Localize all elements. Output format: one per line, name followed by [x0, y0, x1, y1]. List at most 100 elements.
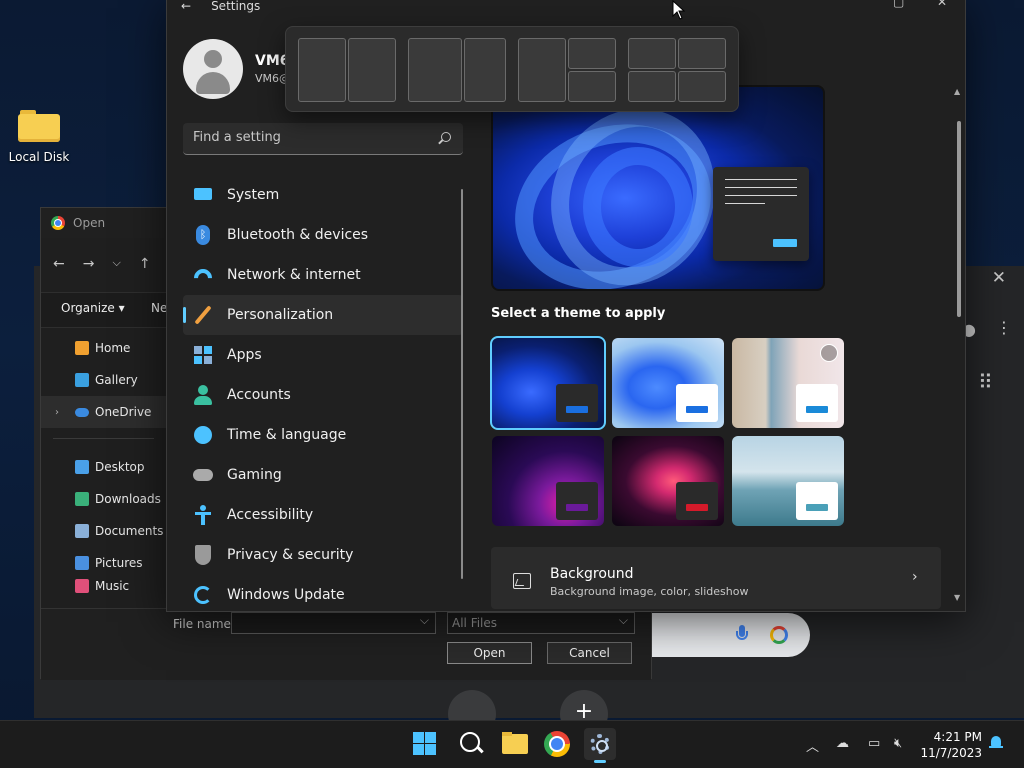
- back-arrow-icon[interactable]: ←: [53, 256, 65, 272]
- theme-windows-light[interactable]: [612, 338, 724, 428]
- lens-icon[interactable]: [770, 626, 788, 644]
- organize-button[interactable]: Organize ▾: [61, 301, 125, 315]
- notification-bell-icon[interactable]: [989, 736, 1003, 750]
- file-name-input[interactable]: [231, 612, 436, 634]
- tree-item-gallery[interactable]: Gallery: [41, 364, 166, 396]
- nav-scrollbar[interactable]: [461, 189, 463, 579]
- tree-item-desktop[interactable]: Desktop: [41, 451, 166, 483]
- tree-item-music[interactable]: Music: [41, 579, 166, 593]
- search-icon[interactable]: [456, 728, 488, 760]
- window-title: Settings: [211, 0, 261, 13]
- desktop-icon: [75, 460, 89, 474]
- nav-item-accessibility[interactable]: Accessibility: [183, 495, 463, 535]
- snap-zone-4-bottom-right[interactable]: [678, 71, 726, 102]
- folder-icon: [18, 108, 60, 142]
- nav-item-windows-update[interactable]: Windows Update: [183, 575, 463, 611]
- tree-item-documents[interactable]: Documents: [41, 515, 166, 547]
- pictures-icon: [75, 556, 89, 570]
- desktop-icon-local-disk[interactable]: Local Disk: [6, 108, 72, 164]
- settings-gear-icon[interactable]: [584, 728, 616, 760]
- network-icon[interactable]: ▭: [868, 736, 880, 751]
- snap-zone-1-right[interactable]: [348, 38, 396, 102]
- spotlight-icon: [820, 344, 838, 362]
- home-icon: [75, 341, 89, 355]
- chrome-icon[interactable]: [544, 731, 570, 757]
- scroll-thumb[interactable]: [957, 121, 961, 317]
- shield-icon: [193, 545, 213, 565]
- chevron-right-icon[interactable]: ›: [55, 407, 59, 418]
- apps-icon: [193, 345, 213, 365]
- search-placeholder: Find a setting: [193, 130, 281, 145]
- scroll-up-icon[interactable]: ▲: [954, 87, 960, 96]
- close-icon[interactable]: ✕: [937, 0, 947, 9]
- themes-heading: Select a theme to apply: [491, 306, 666, 321]
- back-arrow-icon[interactable]: ←: [181, 0, 191, 13]
- nav-item-network[interactable]: Network & internet: [183, 255, 463, 295]
- tree-item-home[interactable]: Home: [41, 332, 166, 364]
- snap-zone-3-left[interactable]: [518, 38, 566, 102]
- cancel-button[interactable]: Cancel: [547, 642, 632, 664]
- document-icon: [75, 524, 89, 538]
- snap-zone-4-bottom-left[interactable]: [628, 71, 676, 102]
- wifi-icon: [190, 265, 216, 291]
- nav-item-time-language[interactable]: Time & language: [183, 415, 463, 455]
- open-button[interactable]: Open: [447, 642, 532, 664]
- snap-zone-2-left[interactable]: [408, 38, 462, 102]
- snap-zone-2-right[interactable]: [464, 38, 506, 102]
- nav-item-apps[interactable]: Apps: [183, 335, 463, 375]
- snap-zone-3-top-right[interactable]: [568, 38, 616, 69]
- clock-icon: [193, 425, 213, 445]
- theme-windows-dark[interactable]: [490, 336, 606, 430]
- file-type-select[interactable]: All Files: [447, 612, 635, 634]
- volume-muted-icon[interactable]: 🔇︎: [894, 736, 902, 751]
- new-folder-button[interactable]: Ne: [151, 301, 167, 315]
- maximize-icon[interactable]: ▢: [893, 0, 904, 9]
- chevron-down-icon[interactable]: ⌵: [112, 256, 120, 272]
- search-input[interactable]: Find a setting: [183, 123, 463, 155]
- microphone-icon[interactable]: [736, 625, 748, 645]
- close-icon[interactable]: ✕: [992, 268, 1006, 288]
- up-arrow-icon[interactable]: ↑: [139, 256, 151, 272]
- snap-zone-3-bottom-right[interactable]: [568, 71, 616, 102]
- snap-layouts-flyout: [285, 26, 739, 112]
- avatar[interactable]: [183, 39, 243, 99]
- theme-glow[interactable]: [492, 436, 604, 526]
- start-icon[interactable]: [412, 728, 444, 760]
- onedrive-cloud-icon[interactable]: ☁: [836, 736, 849, 751]
- dialog-title: Open: [73, 216, 106, 230]
- snap-zone-4-top-left[interactable]: [628, 38, 676, 69]
- nav-item-bluetooth[interactable]: ᛒ Bluetooth & devices: [183, 215, 463, 255]
- content-scrollbar[interactable]: ▲ ▼: [954, 87, 961, 603]
- tree-item-onedrive[interactable]: › OneDrive: [41, 396, 166, 428]
- file-explorer-icon[interactable]: [500, 728, 532, 760]
- nav-item-gaming[interactable]: Gaming: [183, 455, 463, 495]
- nav-item-personalization[interactable]: Personalization: [183, 295, 463, 335]
- cloud-icon: [75, 407, 89, 417]
- gamepad-icon: [193, 465, 213, 485]
- theme-flow[interactable]: [732, 436, 844, 526]
- chrome-logo-icon: [51, 216, 65, 230]
- theme-spotlight[interactable]: [732, 338, 844, 428]
- nav-item-system[interactable]: System: [183, 175, 463, 215]
- preview-window-mock: [713, 167, 809, 261]
- snap-zone-1-left[interactable]: [298, 38, 346, 102]
- chevron-up-icon[interactable]: ︿: [806, 736, 819, 755]
- scroll-down-icon[interactable]: ▼: [954, 593, 960, 602]
- file-name-label: File name:: [173, 617, 235, 631]
- apps-grid-icon[interactable]: ⠿: [978, 370, 993, 394]
- nav-item-accounts[interactable]: Accounts: [183, 375, 463, 415]
- download-icon: [75, 492, 89, 506]
- clock-date: 11/7/2023: [920, 746, 982, 760]
- bluetooth-icon: ᛒ: [193, 225, 213, 245]
- taskbar-clock[interactable]: 4:21 PM 11/7/2023: [920, 729, 982, 761]
- chevron-right-icon[interactable]: ›: [912, 569, 918, 585]
- tree-item-pictures[interactable]: Pictures: [41, 547, 166, 579]
- nav-item-privacy-security[interactable]: Privacy & security: [183, 535, 463, 575]
- theme-captured-motion[interactable]: [612, 436, 724, 526]
- clock-time: 4:21 PM: [933, 730, 982, 744]
- forward-arrow-icon[interactable]: →: [83, 256, 95, 272]
- settings-nav: System ᛒ Bluetooth & devices Network & i…: [183, 175, 463, 611]
- menu-icon[interactable]: ⋮: [996, 318, 1012, 337]
- snap-zone-4-top-right[interactable]: [678, 38, 726, 69]
- tree-item-downloads[interactable]: Downloads: [41, 483, 166, 515]
